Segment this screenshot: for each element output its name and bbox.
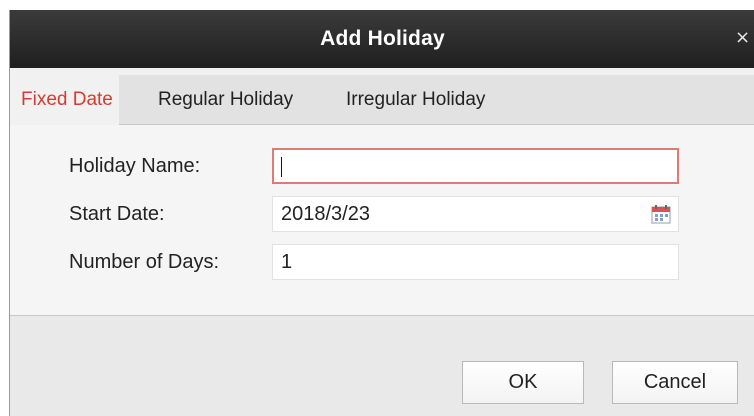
holiday-name-input[interactable] [272, 148, 679, 184]
add-holiday-dialog: Add Holiday × Fixed Date Regular Holiday… [9, 10, 754, 416]
cancel-button[interactable]: Cancel [612, 361, 738, 404]
close-icon[interactable]: × [735, 27, 750, 49]
tab-fixed-date[interactable]: Fixed Date [10, 75, 119, 126]
start-date-input[interactable]: 2018/3/23 [272, 196, 679, 232]
tab-irregular-holiday[interactable]: Irregular Holiday [342, 75, 489, 125]
number-of-days-value: 1 [281, 251, 293, 273]
start-date-value: 2018/3/23 [281, 203, 370, 225]
text-caret [281, 156, 282, 177]
dialog-title: Add Holiday [320, 27, 445, 50]
tab-bar: Fixed Date Regular Holiday Irregular Hol… [10, 75, 754, 126]
number-of-days-label: Number of Days: [69, 251, 220, 273]
start-date-label: Start Date: [69, 203, 165, 225]
dialog-titlebar[interactable]: Add Holiday × [10, 10, 754, 68]
holiday-name-label: Holiday Name: [69, 155, 201, 177]
tab-regular-holiday[interactable]: Regular Holiday [154, 75, 297, 125]
form-panel: Holiday Name: Start Date: 2018/3/23 Numb… [10, 125, 754, 316]
number-of-days-input[interactable]: 1 [272, 244, 679, 280]
dialog-footer: OK Cancel [10, 316, 754, 416]
calendar-icon[interactable] [651, 205, 671, 224]
ok-button[interactable]: OK [462, 361, 584, 404]
